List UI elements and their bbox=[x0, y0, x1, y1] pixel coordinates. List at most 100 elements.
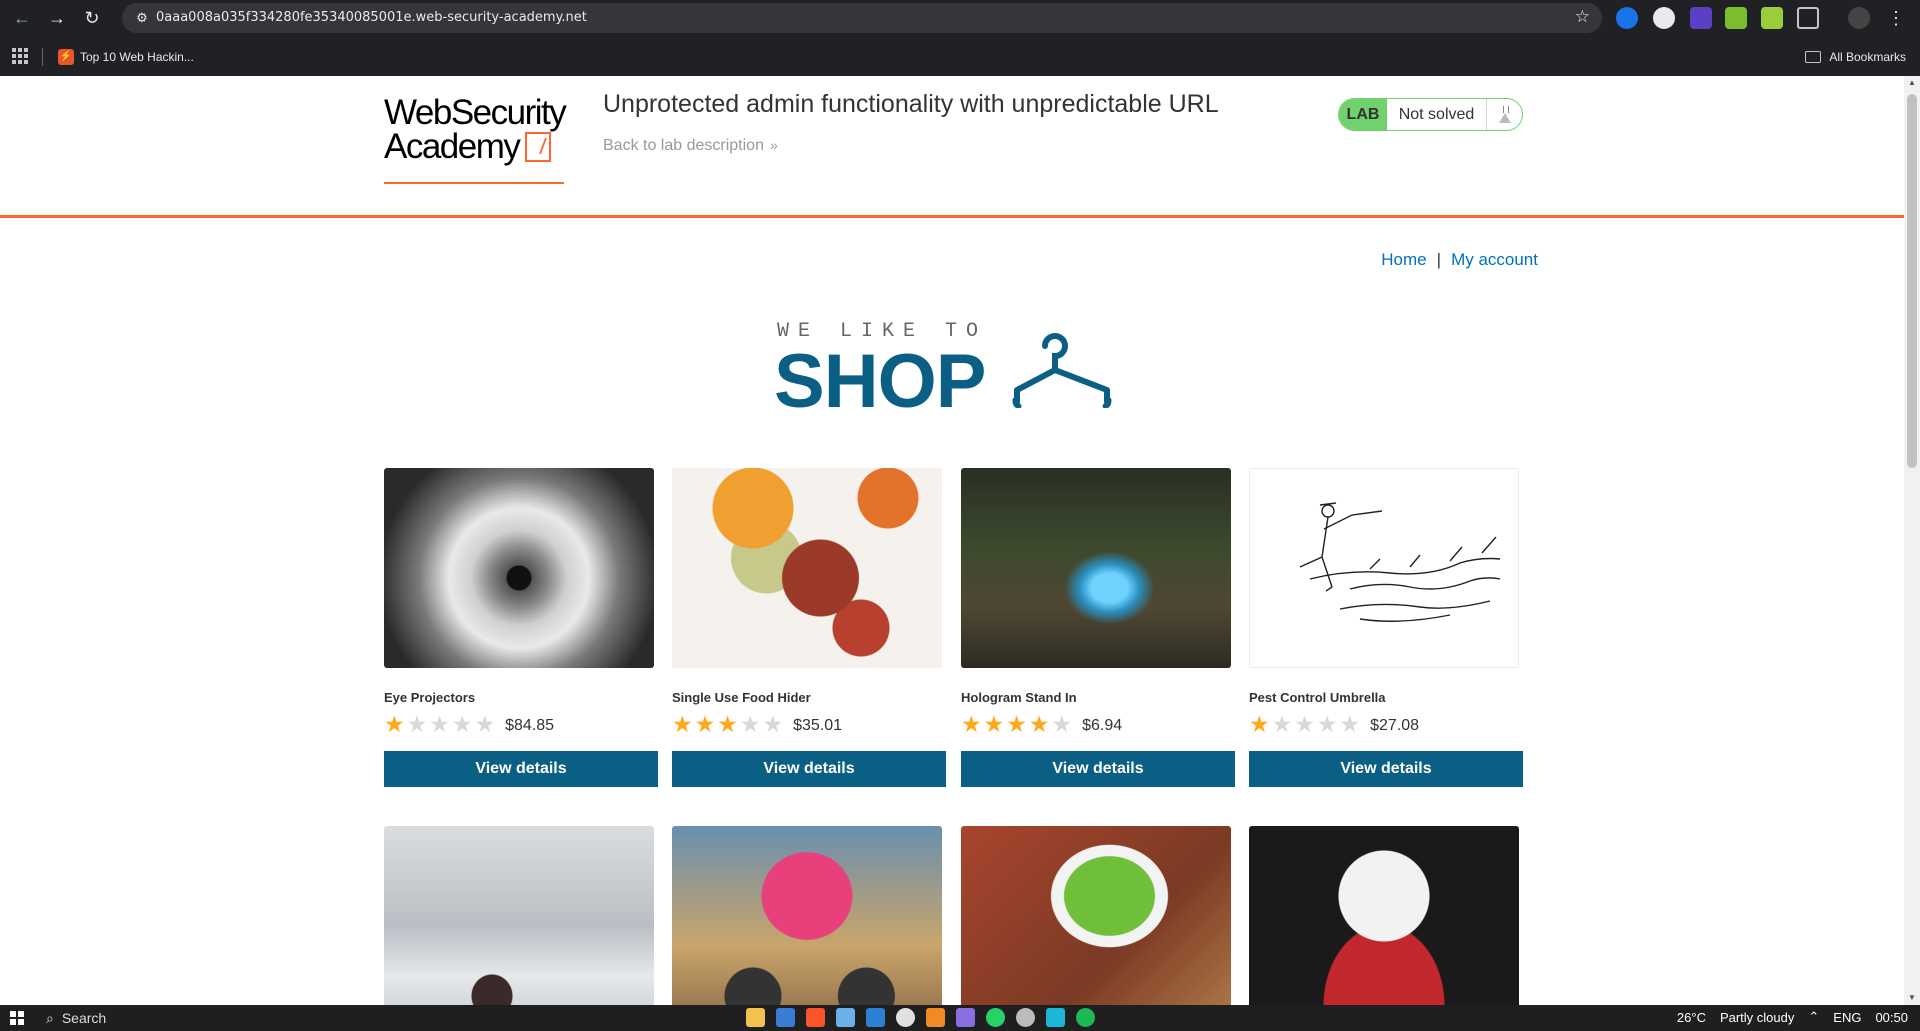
logo-line1: WebSecurity bbox=[384, 93, 567, 132]
product-image-santa[interactable] bbox=[1249, 826, 1519, 1005]
clock[interactable]: 00:50 bbox=[1875, 1010, 1908, 1025]
view-details-button[interactable]: View details bbox=[384, 751, 658, 787]
url-text[interactable]: 0aaa008a035f334280fe35340085001e.web-sec… bbox=[156, 10, 587, 25]
product-card bbox=[1249, 826, 1524, 1005]
lightning-logo-icon bbox=[525, 132, 552, 162]
product-image-monster-van[interactable] bbox=[672, 826, 942, 1005]
extension-icon[interactable] bbox=[1653, 7, 1675, 29]
star-icon: ★ bbox=[1249, 711, 1270, 737]
page-scrollbar[interactable]: ▲ ▼ bbox=[1904, 76, 1920, 1005]
scroll-thumb[interactable] bbox=[1907, 94, 1917, 468]
language-indicator[interactable]: ENG bbox=[1833, 1010, 1861, 1025]
view-details-button[interactable]: View details bbox=[961, 751, 1235, 787]
lab-status-badge: LAB Not solved bbox=[1338, 98, 1523, 131]
star-icon: ★ bbox=[694, 711, 716, 737]
banner-shop-text: SHOP bbox=[774, 339, 986, 424]
nav-my-account-link[interactable]: My account bbox=[1451, 250, 1538, 270]
app-icon[interactable] bbox=[1046, 1008, 1065, 1027]
product-meta: ★ ★ ★ ★ ★ $27.08 bbox=[1249, 711, 1524, 737]
back-to-lab-link[interactable]: Back to lab description » bbox=[603, 137, 778, 155]
chrome-icon[interactable] bbox=[896, 1008, 915, 1027]
academy-header: WebSecurity Academy Unprotected admin fu… bbox=[0, 76, 1904, 218]
star-icon: ★ bbox=[429, 711, 450, 737]
vscode-icon[interactable] bbox=[866, 1008, 885, 1027]
scroll-down-arrow-icon[interactable]: ▼ bbox=[1907, 993, 1917, 1003]
double-chevron-right-icon: » bbox=[769, 137, 778, 153]
flask-icon-cell bbox=[1486, 99, 1522, 130]
product-name: Eye Projectors bbox=[384, 690, 476, 705]
bookmark-favicon-icon: ⚡ bbox=[58, 49, 74, 65]
view-details-button[interactable]: View details bbox=[1249, 751, 1523, 787]
vlc-icon[interactable] bbox=[926, 1008, 945, 1027]
store-icon[interactable] bbox=[776, 1008, 795, 1027]
all-bookmarks-button[interactable]: All Bookmarks bbox=[1805, 46, 1906, 68]
product-price: $35.01 bbox=[793, 717, 843, 734]
folder-icon bbox=[1805, 51, 1822, 63]
taskbar-search-label: Search bbox=[61, 1010, 107, 1026]
product-card: Eye Projectors ★ ★ ★ ★ ★ $84.85 View details bbox=[384, 468, 659, 787]
star-icon: ★ bbox=[1294, 711, 1315, 737]
reload-icon[interactable]: ↻ bbox=[80, 6, 104, 30]
product-image-train[interactable] bbox=[384, 826, 654, 1005]
lab-title: Unprotected admin functionality with unp… bbox=[603, 90, 1219, 118]
chevron-up-icon[interactable]: ⌃ bbox=[1808, 1009, 1819, 1025]
system-tray: 26°C Partly cloudy ⌃ ENG 00:50 bbox=[1677, 1009, 1908, 1025]
product-image-hologram[interactable] bbox=[961, 468, 1231, 668]
product-image-eye[interactable] bbox=[384, 468, 654, 668]
extension-icon[interactable] bbox=[1616, 7, 1638, 29]
product-price: $27.08 bbox=[1370, 717, 1420, 734]
nav-home-link[interactable]: Home bbox=[1381, 250, 1426, 270]
lab-status-text: Not solved bbox=[1398, 105, 1475, 123]
star-icon: ★ bbox=[739, 711, 761, 737]
product-meta: ★ ★ ★ ★ ★ $35.01 bbox=[672, 711, 947, 737]
whatsapp-icon[interactable] bbox=[986, 1008, 1005, 1027]
menu-kebab-icon[interactable]: ⋮ bbox=[1884, 6, 1908, 30]
product-card: Pest Control Umbrella ★ ★ ★ ★ ★ $27.08 View … bbox=[1249, 468, 1524, 787]
weather-temp[interactable]: 26°C bbox=[1677, 1010, 1706, 1025]
brave-icon[interactable] bbox=[806, 1008, 825, 1027]
extension-icon[interactable] bbox=[1690, 7, 1712, 29]
product-card bbox=[961, 826, 1236, 1005]
nav-separator: | bbox=[1436, 250, 1442, 269]
divider bbox=[42, 48, 43, 66]
app-icon[interactable] bbox=[836, 1008, 855, 1027]
extension-icon[interactable] bbox=[1725, 7, 1747, 29]
back-icon[interactable]: ← bbox=[10, 6, 34, 30]
product-image-umbrella[interactable] bbox=[1249, 468, 1519, 668]
back-link-label: Back to lab description bbox=[603, 137, 764, 154]
star-icon: ★ bbox=[406, 711, 428, 737]
star-icon: ★ bbox=[1316, 711, 1338, 737]
product-image-food-hider[interactable] bbox=[672, 468, 942, 668]
extensions-puzzle-icon[interactable] bbox=[1797, 7, 1819, 29]
star-icon: ★ bbox=[762, 711, 784, 737]
windows-start-icon[interactable] bbox=[10, 1011, 24, 1025]
bookmarks-bar: ⚡ Top 10 Web Hackin... All Bookmarks bbox=[0, 40, 1920, 76]
product-name: Pest Control Umbrella bbox=[1249, 690, 1386, 705]
app-icon[interactable] bbox=[956, 1008, 975, 1027]
product-image-sprouts[interactable] bbox=[961, 826, 1231, 1005]
taskbar-search[interactable]: ⌕ Search bbox=[46, 1008, 106, 1028]
shop-banner: WE LIKE TO SHOP bbox=[774, 320, 1137, 424]
file-explorer-icon[interactable] bbox=[746, 1008, 765, 1027]
profile-avatar[interactable] bbox=[1848, 7, 1870, 29]
forward-icon[interactable]: → bbox=[45, 6, 69, 30]
logo-line2: Academy bbox=[384, 127, 521, 166]
spotify-icon[interactable] bbox=[1076, 1008, 1095, 1027]
star-icon: ★ bbox=[474, 711, 496, 737]
star-icon: ★ bbox=[384, 711, 405, 737]
view-details-button[interactable]: View details bbox=[672, 751, 946, 787]
address-bar[interactable]: ⚙ 0aaa008a035f334280fe35340085001e.web-s… bbox=[122, 3, 1602, 33]
apps-grid-icon[interactable] bbox=[12, 48, 28, 64]
browser-chrome: ← → ↻ ⚙ 0aaa008a035f334280fe35340085001e… bbox=[0, 0, 1920, 76]
settings-gear-icon[interactable] bbox=[1016, 1008, 1035, 1027]
bookmark-star-icon[interactable]: ☆ bbox=[1575, 7, 1590, 27]
weather-desc[interactable]: Partly cloudy bbox=[1720, 1010, 1794, 1025]
product-price: $84.85 bbox=[505, 717, 555, 734]
academy-logo[interactable]: WebSecurity Academy bbox=[384, 93, 584, 186]
bookmark-item[interactable]: ⚡ Top 10 Web Hackin... bbox=[58, 46, 194, 68]
site-info-icon[interactable]: ⚙ bbox=[132, 8, 152, 28]
scroll-up-arrow-icon[interactable]: ▲ bbox=[1907, 78, 1917, 88]
flask-icon bbox=[1498, 105, 1511, 124]
star-icon: ★ bbox=[983, 711, 1005, 737]
extension-icon[interactable] bbox=[1761, 7, 1783, 29]
